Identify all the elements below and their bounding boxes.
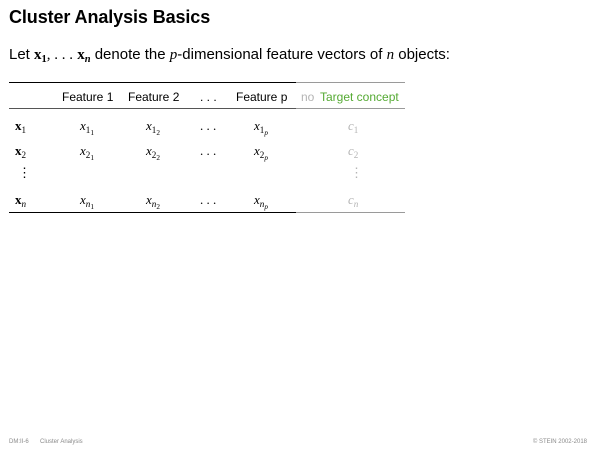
intro-suffix: objects: [398, 46, 450, 63]
footer-slide-id: DM:II-6 [9, 439, 29, 445]
x-last: xn [77, 47, 91, 65]
slide-title: Cluster Analysis Basics [9, 7, 211, 27]
header-feature-1: Feature 1 [62, 90, 114, 104]
cell-target: c1 [348, 118, 359, 135]
table-header-rule-gray [296, 108, 405, 109]
cell-feature-1: xn1 [80, 192, 94, 211]
x-first: x1 [34, 47, 47, 65]
header-feature-p: Feature p [236, 90, 288, 104]
row-label-vdots: ⋮ [18, 165, 31, 180]
row-label: x2 [15, 143, 27, 160]
cell-target: cn [348, 192, 359, 209]
row-label: xn [15, 192, 27, 209]
cell-feature-p: xnp [254, 192, 268, 211]
cell-dots: . . . [200, 192, 217, 207]
cell-target: c2 [348, 143, 359, 160]
intro-sentence: Let x1, . . . xn denote the p-dimensiona… [9, 46, 450, 65]
header-no: no [301, 90, 315, 104]
intro-prefix: Let [9, 46, 30, 63]
table-top-rule-gray [296, 82, 405, 83]
table-top-rule [9, 82, 296, 83]
cell-feature-1: x​11 [80, 118, 94, 137]
row-label: x1 [15, 118, 27, 135]
cell-feature-p: x1p [254, 118, 268, 137]
cell-feature-2: xn2 [146, 192, 160, 211]
cell-dots: . . . [200, 143, 217, 158]
footer-section: Cluster Analysis [40, 439, 83, 445]
header-target-concept: Target concept [320, 90, 399, 104]
cell-feature-2: x12 [146, 118, 160, 137]
cell-feature-2: x22 [146, 143, 160, 162]
intro-n: n [386, 47, 395, 63]
cell-dots: . . . [200, 118, 217, 133]
cell-feature-p: x2p [254, 143, 268, 162]
table-header-rule [9, 108, 296, 109]
table-bottom-rule-gray [296, 212, 405, 213]
table-bottom-rule [9, 212, 296, 213]
intro-ellipsis: , . . . [46, 47, 74, 63]
cell-target-vdots: ⋮ [350, 165, 363, 180]
intro-middle: denote the [94, 46, 166, 63]
header-dots: . . . [200, 90, 217, 104]
footer-copyright: © STEIN 2002-2018 [532, 439, 587, 445]
cell-feature-1: x21 [80, 143, 94, 162]
header-feature-2: Feature 2 [128, 90, 180, 104]
intro-dimensional: -dimensional feature vectors of [177, 46, 383, 63]
